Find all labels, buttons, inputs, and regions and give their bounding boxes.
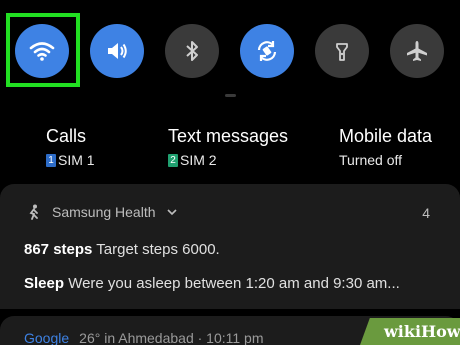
airplane-mode-tile[interactable] <box>390 24 444 78</box>
mobile-data-status: Turned off <box>339 152 403 168</box>
watermark-logo: wikiHow <box>384 322 460 341</box>
notification-line-sleep: Sleep Were you asleep between 1:20 am an… <box>24 275 400 292</box>
sim-settings-row: Calls 1 SIM 1 Text messages 2 SIM 2 Mobi… <box>0 124 460 176</box>
rotate-icon <box>257 41 277 61</box>
sim2-badge: 2 <box>168 153 178 167</box>
text-messages-sim-label: SIM 2 <box>180 152 217 168</box>
wifi-tile[interactable] <box>15 24 69 78</box>
sound-tile[interactable] <box>90 24 144 78</box>
flashlight-tile[interactable] <box>315 24 369 78</box>
flashlight-icon <box>336 43 348 61</box>
text-messages-sim: 2 SIM 2 <box>168 150 288 170</box>
notification-count: 4 <box>422 205 430 221</box>
mobile-data-setting[interactable]: Mobile data Turned off <box>339 124 432 170</box>
sleep-text: Were you asleep between 1:20 am and 9:30… <box>64 275 400 292</box>
calls-setting[interactable]: Calls 1 SIM 1 <box>46 124 95 170</box>
speaker-icon <box>108 43 127 59</box>
google-notification-header: Google 26° in Ahmedabad · 10:11 pm <box>24 330 264 345</box>
sim1-badge: 1 <box>46 153 56 167</box>
wifi-icon <box>29 42 55 61</box>
bluetooth-tile[interactable] <box>165 24 219 78</box>
samsung-health-icon <box>29 204 38 220</box>
calls-sim: 1 SIM 1 <box>46 150 95 170</box>
steps-bold: 867 steps <box>24 241 93 258</box>
samsung-health-notification[interactable]: Samsung Health 4 867 steps Target steps … <box>0 184 460 309</box>
chevron-down-icon[interactable] <box>166 207 178 217</box>
notification-app-name: Samsung Health <box>52 204 156 220</box>
text-messages-setting[interactable]: Text messages 2 SIM 2 <box>168 124 288 170</box>
notification-line-steps: 867 steps Target steps 6000. <box>24 241 220 258</box>
calls-title: Calls <box>46 126 87 146</box>
calls-sim-label: SIM 1 <box>58 152 95 168</box>
mobile-data-status-row: Turned off <box>339 150 432 170</box>
airplane-icon <box>407 41 427 61</box>
bluetooth-icon <box>186 41 198 61</box>
google-notification-text: 26° in Ahmedabad · 10:11 pm <box>79 330 264 345</box>
mobile-data-title: Mobile data <box>339 126 433 146</box>
sleep-bold: Sleep <box>24 275 65 292</box>
auto-rotate-tile[interactable] <box>240 24 294 78</box>
notification-header: Samsung Health <box>28 204 178 220</box>
quick-settings-panel <box>0 0 460 100</box>
steps-text: Target steps 6000. <box>92 241 220 258</box>
google-app-name: Google <box>24 330 70 345</box>
text-messages-title: Text messages <box>168 126 289 146</box>
panel-drag-handle[interactable] <box>225 94 236 97</box>
